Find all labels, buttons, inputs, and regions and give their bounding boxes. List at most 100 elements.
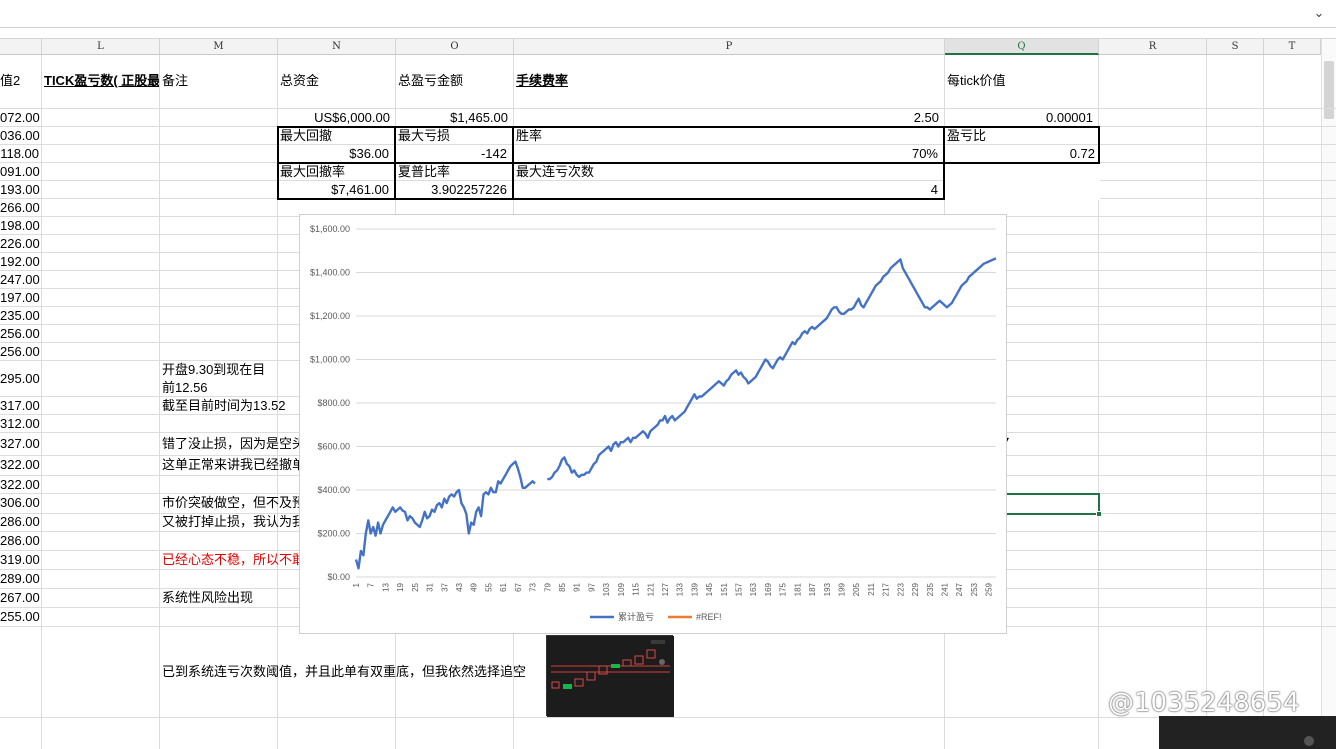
column-header-o[interactable]: O (396, 39, 514, 55)
header-total-capital[interactable]: 总资金 (280, 72, 394, 90)
x-tick-label: 55 (484, 582, 493, 591)
ribbon-gap (0, 29, 1336, 39)
note-mindset[interactable]: 已经心态不稳，所以不敢 (162, 551, 299, 569)
x-tick-label: 49 (470, 582, 479, 591)
total-capital-value[interactable]: US$6,000.00 (278, 109, 394, 127)
note-threshold[interactable]: 已到系统连亏次数阈值，并且此单有双重底，但我依然选择追空 (162, 663, 542, 681)
x-tick-label: 43 (455, 582, 464, 591)
x-tick-label: 1 (352, 582, 361, 587)
k-cell[interactable]: 312.00 (0, 415, 41, 433)
k-cell[interactable]: 226.00 (0, 235, 41, 253)
fill-handle[interactable] (1096, 511, 1102, 517)
k-cell[interactable]: 091.00 (0, 163, 41, 181)
x-tick-label: 85 (558, 582, 567, 591)
k-cell[interactable]: 192.00 (0, 253, 41, 271)
header-notes[interactable]: 备注 (162, 72, 276, 90)
header-total-pnl[interactable]: 总盈亏金额 (398, 72, 512, 90)
note-open[interactable]: 开盘9.30到现在目 (162, 361, 299, 379)
k-cell[interactable]: 322.00 (0, 456, 41, 474)
max-drawdown-label[interactable]: 最大回撤 (280, 127, 392, 145)
fee-rate-value[interactable]: 2.50 (514, 109, 943, 127)
max-consec-loss-label[interactable]: 最大连亏次数 (516, 163, 716, 181)
x-tick-label: 61 (499, 582, 508, 591)
k-cell[interactable]: 247.00 (0, 271, 41, 289)
series-line-0 (354, 460, 536, 570)
k-cell[interactable]: 286.00 (0, 513, 41, 531)
k-cell[interactable]: 295.00 (0, 370, 41, 388)
k-cell[interactable]: 256.00 (0, 343, 41, 361)
k-cell[interactable]: 193.00 (0, 181, 41, 199)
candlestick-chart-icon (547, 636, 674, 717)
note-breakout[interactable]: 市价突破做空，但不及预 (162, 494, 299, 512)
k-cell[interactable]: 319.00 (0, 551, 41, 569)
y-tick-label: $600.00 (317, 442, 350, 452)
k-cell[interactable]: 306.00 (0, 494, 41, 512)
column-header-l[interactable]: L (42, 39, 160, 55)
total-pnl-value[interactable]: $1,465.00 (396, 109, 512, 127)
candlestick-thumbnail[interactable] (546, 635, 674, 717)
k-cell[interactable]: 198.00 (0, 217, 41, 235)
sharpe-label[interactable]: 夏普比率 (398, 163, 510, 181)
k-cell[interactable]: 118.00 (0, 145, 41, 163)
max-drawdown-value[interactable]: $36.00 (279, 145, 393, 163)
win-rate-label[interactable]: 胜率 (516, 127, 716, 145)
tick-value-value[interactable]: 0.00001 (945, 109, 1097, 127)
k-cell[interactable]: 036.00 (0, 127, 41, 145)
max-consec-loss-value[interactable]: 4 (515, 181, 942, 199)
k-cell[interactable]: 197.00 (0, 289, 41, 307)
k-cell[interactable]: 317.00 (0, 397, 41, 415)
vertical-scrollbar[interactable] (1321, 39, 1336, 749)
cumulative-pnl-chart[interactable]: $0.00 $200.00 $400.00 $600.00 $800.00 $1,000.… (299, 214, 1007, 634)
note-stopped[interactable]: 又被打掉止损，我认为我 (162, 513, 299, 531)
x-tick-label: 133 (676, 582, 685, 596)
k-cell[interactable]: 267.00 (0, 589, 41, 607)
k-cell[interactable]: 072.00 (0, 109, 41, 127)
header-k[interactable]: 值2 (0, 72, 40, 90)
note-deadline[interactable]: 截至目前时间为13.52 (162, 397, 299, 415)
k-cell[interactable]: 266.00 (0, 199, 41, 217)
scrollbar-thumb[interactable] (1324, 61, 1334, 119)
y-tick-label: $1,600.00 (310, 224, 350, 234)
selected-cell[interactable] (1001, 493, 1102, 517)
note-no-stop[interactable]: 错了没止损，因为是空头 (162, 435, 299, 453)
column-header-t[interactable]: T (1264, 39, 1321, 55)
x-tick-label: 187 (808, 582, 817, 596)
max-loss-value[interactable]: -142 (397, 145, 511, 163)
column-header-q[interactable]: Q (945, 39, 1099, 55)
sharpe-value[interactable]: 3.902257226 (397, 181, 511, 199)
pl-ratio-label[interactable]: 盈亏比 (947, 127, 1097, 145)
header-tick-pnl[interactable]: TICK盈亏数( 正股最 (44, 72, 159, 90)
header-tick-value[interactable]: 每tick价值 (947, 72, 1097, 90)
formula-bar-area: ⌄ (0, 0, 1336, 28)
note-open-cont[interactable]: 前12.56 (162, 379, 299, 397)
x-tick-label: 223 (896, 582, 905, 596)
max-dd-rate-value[interactable]: $7,461.00 (279, 181, 393, 199)
x-tick-label: 199 (838, 582, 847, 596)
chevron-down-icon[interactable]: ⌄ (1308, 2, 1330, 24)
k-cell[interactable]: 255.00 (0, 608, 41, 626)
k-cell[interactable]: 289.00 (0, 570, 41, 588)
x-tick-label: 31 (426, 582, 435, 591)
column-header-n[interactable]: N (278, 39, 396, 55)
column-header-s[interactable]: S (1207, 39, 1264, 55)
max-loss-label[interactable]: 最大亏损 (398, 127, 510, 145)
k-cell[interactable]: 286.00 (0, 532, 41, 550)
legend-label: #REF! (696, 612, 722, 622)
pl-ratio-value[interactable]: 0.72 (946, 145, 1099, 163)
header-fee-rate[interactable]: 手续费率 (516, 72, 716, 90)
win-rate-value[interactable]: 70% (515, 145, 942, 163)
y-tick-label: $400.00 (317, 485, 350, 495)
x-tick-label: 127 (661, 582, 670, 596)
max-dd-rate-label[interactable]: 最大回撤率 (280, 163, 392, 181)
k-cell[interactable]: 322.00 (0, 476, 41, 494)
note-systemic-risk[interactable]: 系统性风险出现 (162, 589, 299, 607)
k-cell[interactable]: 327.00 (0, 435, 41, 453)
k-cell[interactable]: 235.00 (0, 307, 41, 325)
column-header-m[interactable]: M (160, 39, 278, 55)
column-header-k[interactable] (0, 39, 42, 55)
watermark-text: @1035248654 (1108, 688, 1300, 718)
column-header-p[interactable]: P (514, 39, 945, 55)
note-cancel[interactable]: 这单正常来讲我已经撤单 (162, 456, 299, 474)
column-header-r[interactable]: R (1099, 39, 1207, 55)
k-cell[interactable]: 256.00 (0, 325, 41, 343)
